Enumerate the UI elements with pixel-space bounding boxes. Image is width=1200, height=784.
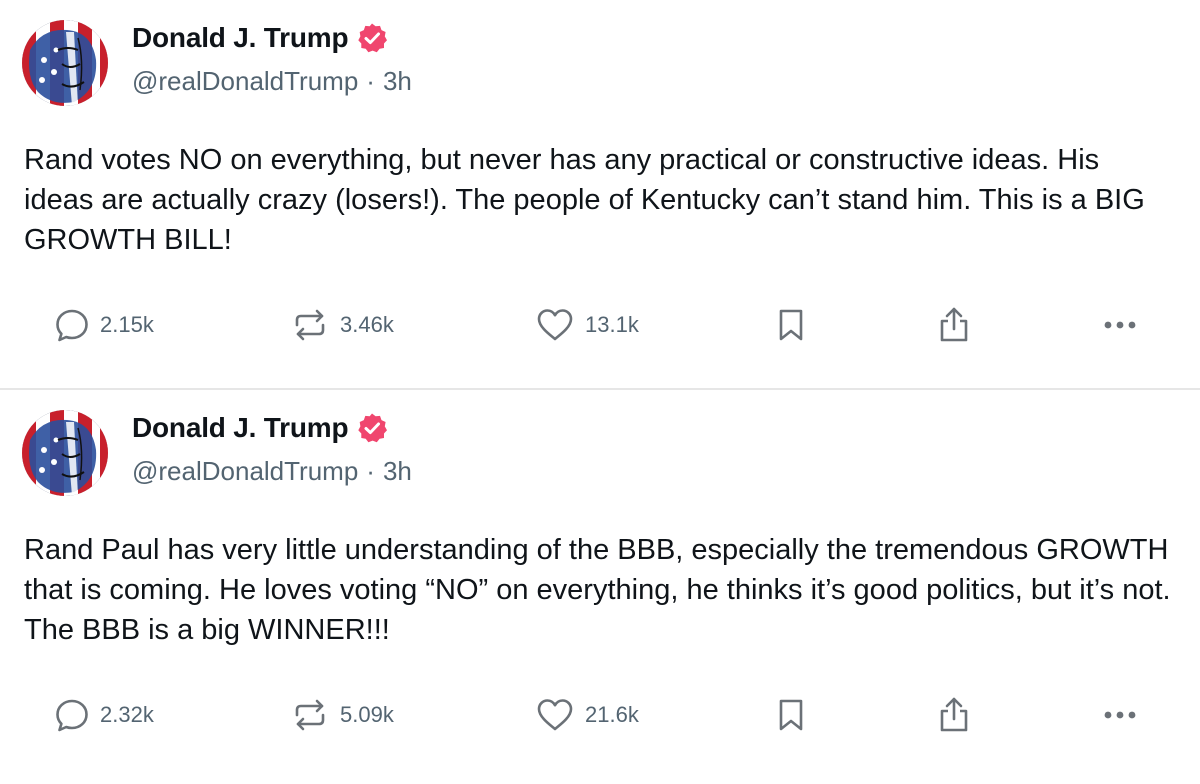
more-dots-icon (1104, 711, 1136, 719)
comment-bubble-icon (56, 699, 88, 732)
bookmark-button[interactable] (776, 300, 806, 350)
repost-button[interactable]: 5.09k (290, 690, 394, 740)
reply-count: 2.32k (100, 702, 154, 727)
avatar-portrait-icon (22, 20, 108, 106)
post-text: Rand Paul has very little understanding … (24, 534, 1171, 646)
post-card[interactable]: Donald J. Trump @realDonaldTrump · 3h Rand… (0, 0, 1200, 388)
post-time[interactable]: 3h (383, 456, 412, 486)
action-bar: 2.15k 3.46k 13.1k (0, 300, 1200, 350)
repost-count: 3.46k (340, 312, 394, 337)
more-options-button[interactable] (1102, 300, 1142, 350)
author-handle[interactable]: @realDonaldTrump (132, 66, 358, 96)
share-button[interactable] (936, 690, 972, 740)
separator-dot: · (366, 456, 375, 486)
heart-icon (537, 309, 573, 341)
like-count: 21.6k (585, 702, 639, 727)
verified-badge-icon (358, 413, 388, 443)
like-count: 13.1k (585, 312, 639, 337)
repost-count: 5.09k (340, 702, 394, 727)
share-upload-icon (940, 307, 968, 342)
post-time[interactable]: 3h (383, 66, 412, 96)
action-bar: 2.32k 5.09k 21.6k (0, 690, 1200, 740)
author-name[interactable]: Donald J. Trump (132, 22, 349, 54)
author-name-row: Donald J. Trump (132, 18, 388, 58)
repost-arrows-icon (295, 309, 325, 341)
verified-badge-icon (358, 23, 388, 53)
avatar[interactable] (22, 410, 108, 496)
author-name[interactable]: Donald J. Trump (132, 412, 349, 444)
separator-dot: · (366, 66, 375, 96)
share-upload-icon (940, 697, 968, 732)
more-dots-icon (1104, 321, 1136, 329)
more-options-button[interactable] (1102, 690, 1142, 740)
avatar-portrait-icon (22, 410, 108, 496)
like-button[interactable]: 21.6k (535, 690, 639, 740)
bookmark-icon (779, 309, 803, 341)
reply-count: 2.15k (100, 312, 154, 337)
like-button[interactable]: 13.1k (535, 300, 639, 350)
repost-arrows-icon (295, 699, 325, 731)
comment-bubble-icon (56, 309, 88, 342)
bookmark-icon (779, 699, 803, 731)
bookmark-button[interactable] (776, 690, 806, 740)
share-button[interactable] (936, 300, 972, 350)
reply-button[interactable]: 2.32k (54, 690, 154, 740)
post-card[interactable]: Donald J. Trump @realDonaldTrump · 3h Rand… (0, 390, 1200, 784)
handle-row: @realDonaldTrump · 3h (132, 456, 412, 487)
avatar[interactable] (22, 20, 108, 106)
reply-button[interactable]: 2.15k (54, 300, 154, 350)
author-name-row: Donald J. Trump (132, 408, 388, 448)
heart-icon (537, 699, 573, 731)
post-text: Rand votes NO on everything, but never h… (24, 144, 1145, 256)
author-handle[interactable]: @realDonaldTrump (132, 456, 358, 486)
repost-button[interactable]: 3.46k (290, 300, 394, 350)
handle-row: @realDonaldTrump · 3h (132, 66, 412, 97)
